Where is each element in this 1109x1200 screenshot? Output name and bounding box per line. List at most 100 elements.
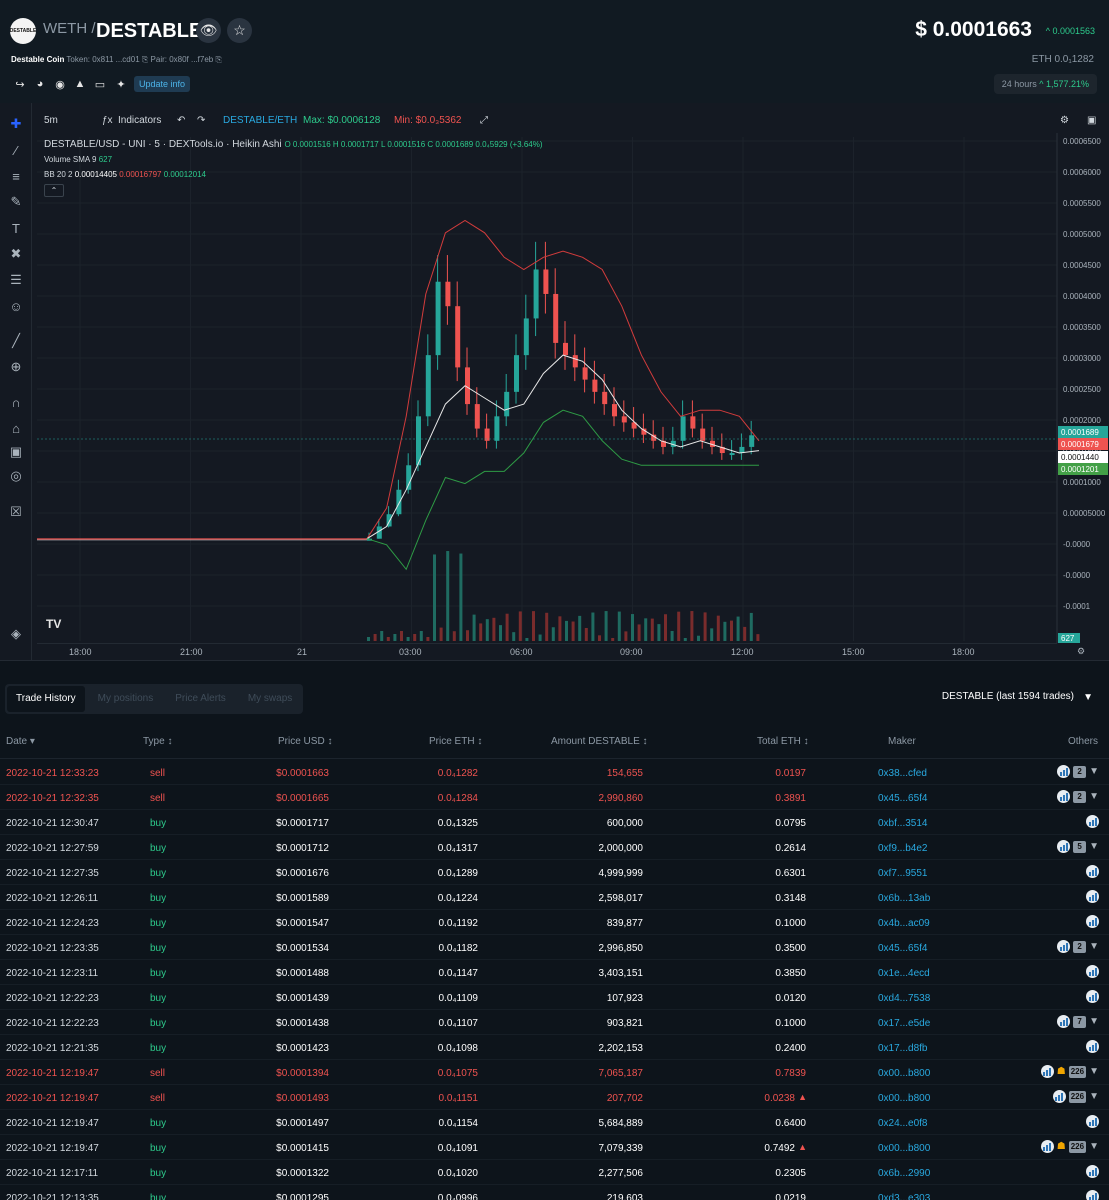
table-row[interactable]: 2022-10-21 12:17:11 buy $0.0001322 0.0₄1020… [0, 1160, 1109, 1185]
filter-maker-icon[interactable]: ▼ [1089, 941, 1099, 952]
trade-maker[interactable]: 0x6b...13ab [878, 893, 930, 904]
update-info-button[interactable]: Update info [134, 76, 191, 92]
table-row[interactable]: 2022-10-21 12:19:47 sell $0.0001394 0.0₄107… [0, 1060, 1109, 1085]
tab-price-alerts[interactable]: Price Alerts [166, 686, 235, 712]
token-address[interactable]: Token: 0x811 ...cd01 [66, 55, 139, 64]
tab-my-positions[interactable]: My positions [89, 686, 163, 712]
explorer-icon[interactable] [1040, 1065, 1054, 1078]
table-row[interactable]: 2022-10-21 12:23:11 buy $0.0001488 0.0₄1147… [0, 960, 1109, 985]
filter-maker-icon[interactable]: ▼ [1089, 1066, 1099, 1077]
trade-maker[interactable]: 0x45...65f4 [878, 793, 927, 804]
trade-maker[interactable]: 0x45...65f4 [878, 943, 927, 954]
trendline-icon[interactable]: ∕ [7, 141, 25, 159]
explorer-icon[interactable] [1057, 790, 1071, 803]
table-row[interactable]: 2022-10-21 12:24:23 buy $0.0001547 0.0₄1192… [0, 910, 1109, 935]
eye-icon[interactable]: ◎ [7, 467, 25, 485]
trade-maker[interactable]: 0xf7...9551 [878, 868, 927, 879]
tab-trade-history[interactable]: Trade History [7, 686, 85, 712]
layers-icon[interactable]: ◈ [7, 625, 25, 643]
table-row[interactable]: 2022-10-21 12:33:23 sell $0.0001663 0.0₄128… [0, 760, 1109, 785]
table-row[interactable]: 2022-10-21 12:27:35 buy $0.0001676 0.0₄1289… [0, 860, 1109, 885]
magnet-icon[interactable]: ∩ [7, 393, 25, 411]
table-row[interactable]: 2022-10-21 12:19:47 buy $0.0001415 0.0₄1091… [0, 1135, 1109, 1160]
col-total-eth[interactable]: Total ETH ↕ [757, 736, 809, 747]
explorer-icon[interactable] [1086, 990, 1099, 1003]
filter-maker-icon[interactable]: ▼ [1089, 1091, 1099, 1102]
ruler-icon[interactable]: ╱ [7, 332, 25, 350]
trade-maker[interactable]: 0x00...b800 [878, 1093, 930, 1104]
time-axis[interactable]: 18:00 21:00 21 03:00 06:00 09:00 12:00 15:00 18:… [37, 643, 1085, 661]
filter-maker-icon[interactable]: ▼ [1089, 1141, 1099, 1152]
table-row[interactable]: 2022-10-21 12:13:35 buy $0.0001295 0.0₄0996… [0, 1185, 1109, 1200]
trade-maker[interactable]: 0x6b...2990 [878, 1168, 930, 1179]
table-row[interactable]: 2022-10-21 12:22:23 buy $0.0001438 0.0₄1107… [0, 1010, 1109, 1035]
trade-maker[interactable]: 0xd3...e303 [878, 1193, 930, 1200]
explorer-icon[interactable] [1086, 915, 1099, 928]
explorer-icon[interactable] [1086, 965, 1099, 978]
trade-maker[interactable]: 0x24...e0f8 [878, 1118, 927, 1129]
trade-maker[interactable]: 0x38...cfed [878, 768, 927, 779]
explorer-icon[interactable] [1057, 1015, 1071, 1028]
pair-address[interactable]: Pair: 0x80f ...f7eb [151, 55, 214, 64]
share-icon[interactable]: ↪ [12, 76, 28, 92]
crosshair-icon[interactable]: ✚ [7, 115, 25, 133]
table-row[interactable]: 2022-10-21 12:21:35 buy $0.0001423 0.0₄1098… [0, 1035, 1109, 1060]
chart-divider[interactable] [0, 660, 1109, 663]
table-row[interactable]: 2022-10-21 12:32:35 sell $0.0001665 0.0₄128… [0, 785, 1109, 810]
explorer-icon[interactable] [1086, 865, 1099, 878]
copy-icon[interactable]: ⎘ [215, 55, 221, 64]
trade-maker[interactable]: 0x00...b800 [878, 1068, 930, 1079]
dextools-icon[interactable]: ◕ [32, 76, 48, 92]
binoculars-icon[interactable]: 👁 [196, 18, 221, 43]
filter-maker-icon[interactable]: ▼ [1089, 1016, 1099, 1027]
pattern-icon[interactable]: ✖ [7, 245, 25, 263]
explorer-icon[interactable] [1052, 1090, 1066, 1103]
zoom-icon[interactable]: ⊕ [7, 358, 25, 376]
trade-maker[interactable]: 0x17...e5de [878, 1018, 930, 1029]
fib-icon[interactable]: ≡ [7, 167, 25, 185]
filter-maker-icon[interactable]: ▼ [1089, 791, 1099, 802]
table-row[interactable]: 2022-10-21 12:19:47 buy $0.0001497 0.0₄1154… [0, 1110, 1109, 1135]
trade-count-badge[interactable]: 2 [1073, 940, 1087, 953]
trade-maker[interactable]: 0x00...b800 [878, 1143, 930, 1154]
trade-maker[interactable]: 0xf9...b4e2 [878, 843, 927, 854]
trade-count-badge[interactable]: 2 [1073, 765, 1087, 778]
filter-icon[interactable]: ▼ [1083, 692, 1093, 703]
explorer-icon[interactable] [1057, 940, 1071, 953]
period-selector[interactable]: 24 hours ^ 1,577.21% [993, 74, 1097, 94]
brush-icon[interactable]: ✎ [7, 193, 25, 211]
star-icon[interactable]: ☆ [227, 18, 252, 43]
trade-count-badge[interactable]: 7 [1073, 1015, 1087, 1028]
trade-count-badge[interactable]: 226 [1068, 1090, 1087, 1103]
explorer-icon[interactable] [1086, 890, 1099, 903]
prediction-icon[interactable]: ☰ [7, 271, 25, 289]
trade-maker[interactable]: 0x4b...ac09 [878, 918, 930, 929]
lock-icon[interactable]: ▣ [7, 443, 25, 461]
trade-count-badge[interactable]: 5 [1073, 840, 1087, 853]
metamask-icon[interactable]: ▲ [72, 76, 88, 92]
col-date[interactable]: Date ▾ [6, 736, 35, 747]
explorer-icon[interactable] [1086, 1165, 1099, 1178]
table-row[interactable]: 2022-10-21 12:23:35 buy $0.0001534 0.0₄1182… [0, 935, 1109, 960]
trade-maker[interactable]: 0x17...d8fb [878, 1043, 927, 1054]
table-row[interactable]: 2022-10-21 12:27:59 buy $0.0001712 0.0₄1317… [0, 835, 1109, 860]
twitter-icon[interactable]: ✦ [113, 76, 129, 92]
trade-count-badge[interactable]: 2 [1073, 790, 1087, 803]
collapse-legend-button[interactable]: ⌃ [44, 184, 64, 197]
explorer-icon[interactable] [1086, 1115, 1099, 1128]
table-row[interactable]: 2022-10-21 12:19:47 sell $0.0001493 0.0₄115… [0, 1085, 1109, 1110]
filter-maker-icon[interactable]: ▼ [1089, 766, 1099, 777]
table-row[interactable]: 2022-10-21 12:30:47 buy $0.0001717 0.0₄1325… [0, 810, 1109, 835]
col-amount[interactable]: Amount DESTABLE ↕ [551, 736, 648, 747]
trade-count-badge[interactable]: 226 [1068, 1140, 1087, 1153]
trade-maker[interactable]: 0x1e...4ecd [878, 968, 930, 979]
explorer-icon[interactable] [1040, 1140, 1054, 1153]
table-row[interactable]: 2022-10-21 12:26:11 buy $0.0001589 0.0₄1224… [0, 885, 1109, 910]
axis-settings-icon[interactable]: ⚙ [1077, 646, 1085, 657]
price-chart[interactable]: ✚ ∕ ≡ ✎ T ✖ ☰ ☺ ╱ ⊕ ∩ ⌂ ▣ ◎ ☒ ◈ 5m ƒx In… [0, 103, 1109, 663]
text-icon[interactable]: T [7, 219, 25, 237]
explorer-icon[interactable] [1086, 1040, 1099, 1053]
trade-maker[interactable]: 0xbf...3514 [878, 818, 927, 829]
trade-maker[interactable]: 0xd4...7538 [878, 993, 930, 1004]
trash-icon[interactable]: ☒ [7, 503, 25, 521]
